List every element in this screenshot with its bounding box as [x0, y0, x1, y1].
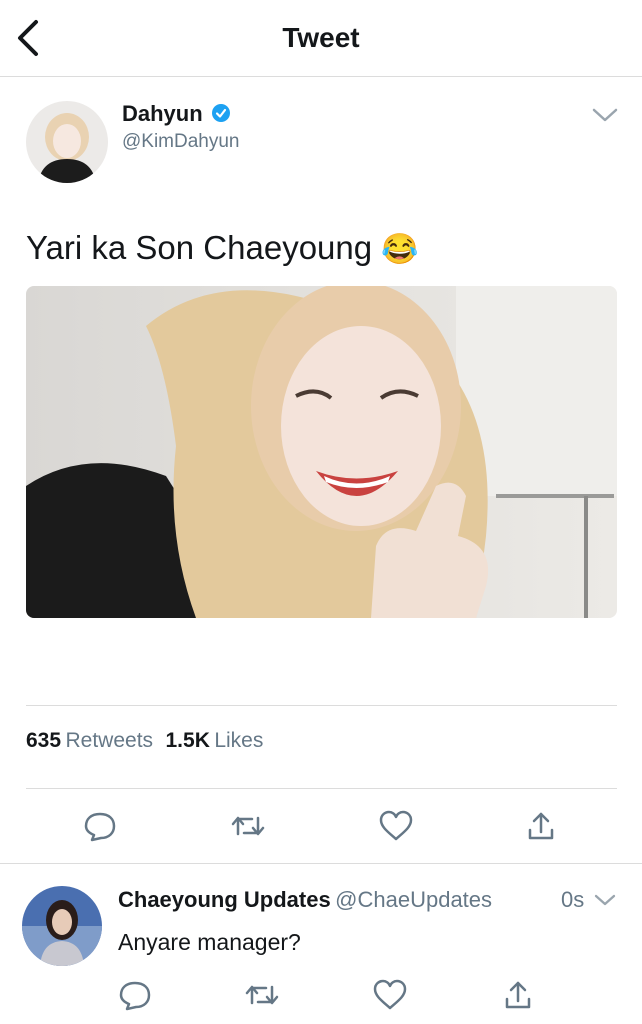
reply-header: Chaeyoung Updates @ChaeUpdates: [118, 887, 492, 913]
heart-icon: [373, 979, 407, 1010]
author-name-row[interactable]: Dahyun: [122, 101, 230, 127]
reply-menu-button[interactable]: [592, 891, 618, 909]
retweet-icon: [231, 816, 265, 836]
page-title: Tweet: [282, 22, 360, 53]
author-name: Dahyun: [122, 101, 203, 126]
reply-avatar[interactable]: [22, 886, 102, 966]
reply-text: Anyare manager?: [118, 929, 301, 955]
author-handle[interactable]: @KimDahyun: [122, 131, 240, 153]
tweet-text: Yari ka Son Chaeyoung: [26, 229, 373, 266]
tweet-text-row: Yari ka Son Chaeyoung 😂: [26, 229, 419, 267]
chevron-down-icon: [594, 894, 616, 906]
retweet-count[interactable]: 635: [26, 729, 61, 752]
reply-icon: [119, 981, 151, 1011]
reply-share-button[interactable]: [498, 975, 538, 1015]
like-count[interactable]: 1.5K: [166, 729, 210, 752]
divider: [26, 705, 617, 706]
heart-icon: [379, 810, 413, 841]
retweet-button[interactable]: [228, 806, 268, 846]
laughing-emoji: 😂: [381, 233, 419, 266]
like-button[interactable]: [376, 806, 416, 846]
reply-retweet-button[interactable]: [242, 975, 282, 1015]
reply-author-handle[interactable]: @ChaeUpdates: [335, 887, 492, 912]
media-photo: [26, 286, 617, 618]
avatar[interactable]: [26, 101, 108, 183]
tweet-media-image[interactable]: [26, 286, 617, 618]
tweet-menu-button[interactable]: [588, 104, 622, 126]
reply-timestamp: 0s: [561, 887, 585, 912]
reply-button[interactable]: [80, 806, 120, 846]
retweet-icon: [245, 985, 279, 1005]
share-button[interactable]: [521, 806, 561, 846]
retweet-label[interactable]: Retweets: [66, 729, 154, 752]
reply-author-photo: [22, 886, 102, 966]
chevron-down-icon: [592, 108, 618, 122]
tweet-stats: 635 Retweets 1.5K Likes: [26, 729, 263, 753]
reply-icon: [84, 812, 116, 842]
reply-reply-button[interactable]: [115, 975, 155, 1015]
section-divider: [0, 863, 642, 864]
reply-author-name[interactable]: Chaeyoung Updates: [118, 887, 331, 912]
author-photo: [26, 101, 108, 183]
share-icon: [528, 812, 554, 840]
reply-like-button[interactable]: [370, 975, 410, 1015]
verified-badge-icon: [211, 104, 230, 122]
like-label[interactable]: Likes: [214, 729, 263, 752]
share-icon: [505, 981, 531, 1009]
divider: [26, 788, 617, 789]
